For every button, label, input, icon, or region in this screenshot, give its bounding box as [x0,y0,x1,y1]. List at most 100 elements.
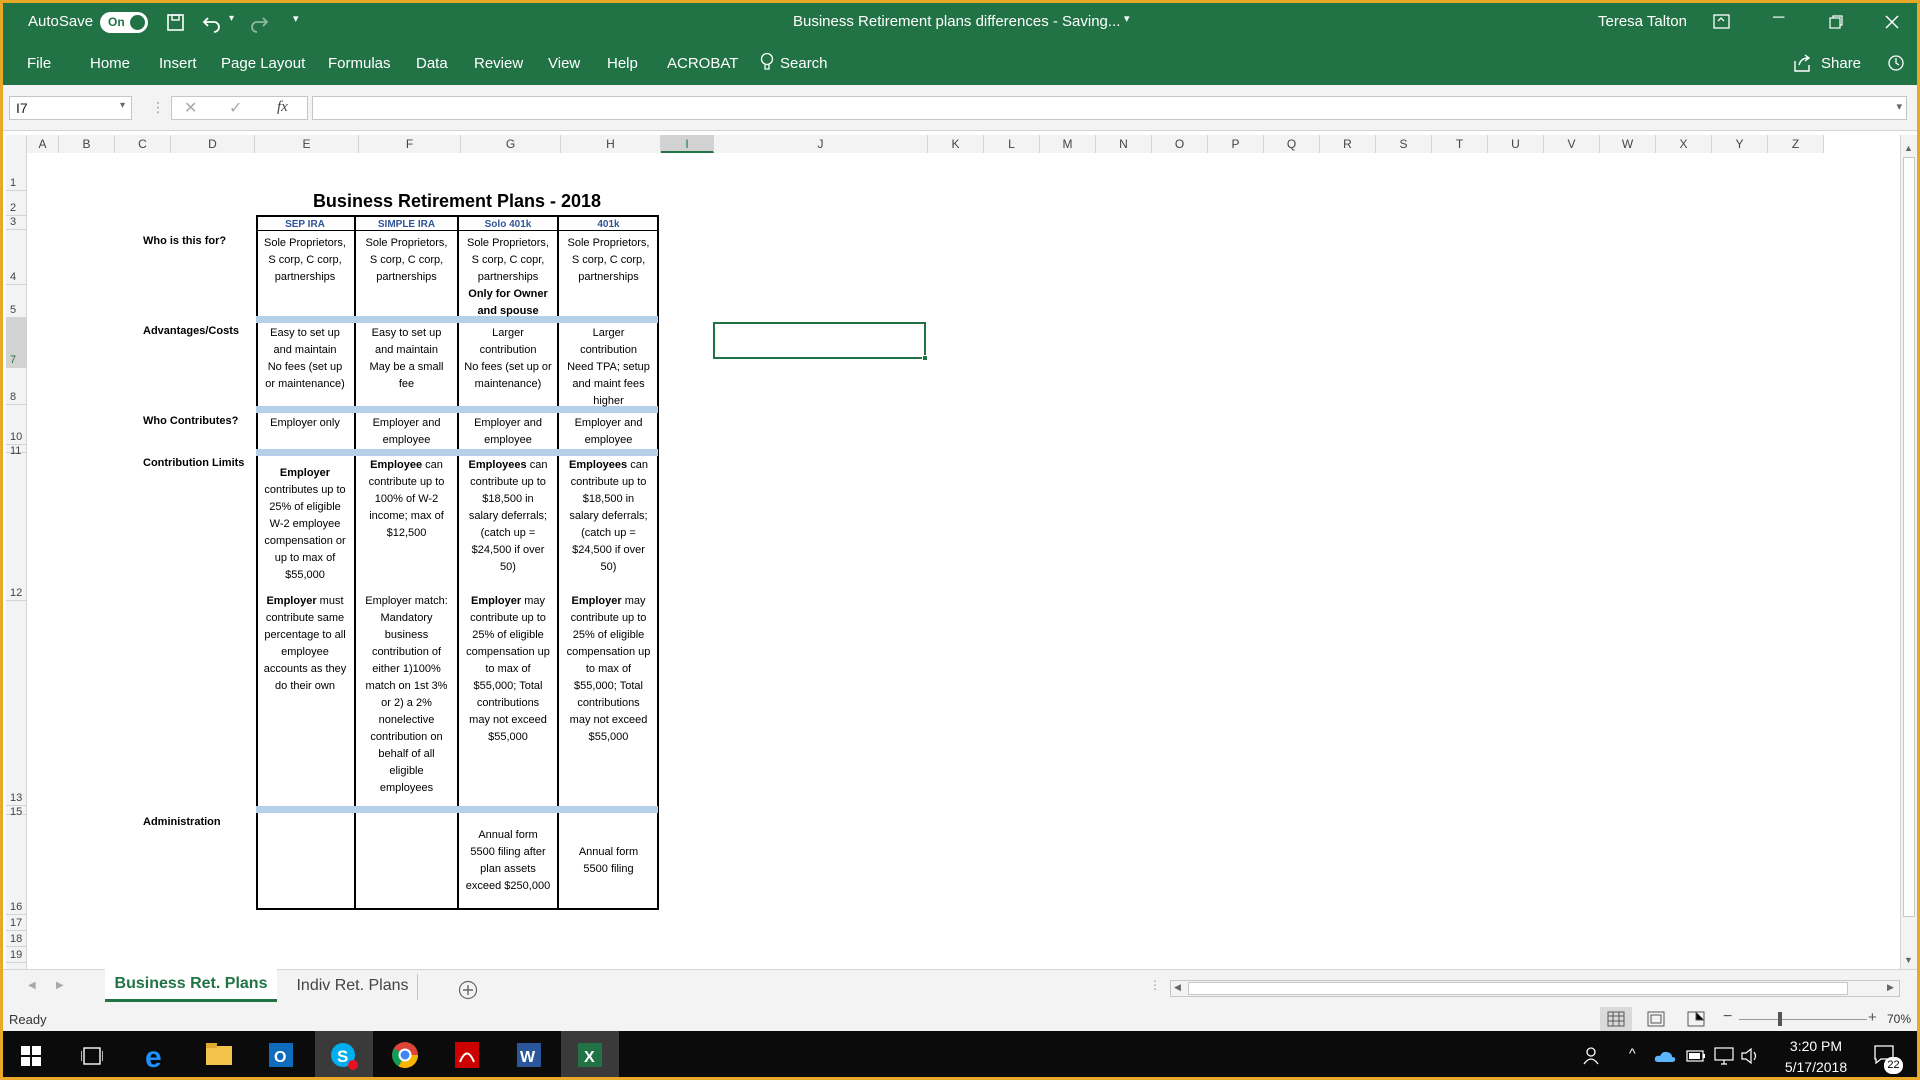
row-header-13[interactable]: 13 [6,601,27,806]
column-header-s[interactable]: S [1376,135,1432,153]
page-break-view-icon[interactable] [1687,1011,1705,1027]
outlook-icon[interactable]: O [259,1035,303,1075]
tab-view[interactable]: View [548,55,580,72]
chrome-icon[interactable] [383,1035,427,1075]
select-all-corner[interactable] [6,135,27,153]
search-box[interactable]: Search [780,55,828,72]
tab-file[interactable]: File [27,55,51,72]
column-header-m[interactable]: M [1040,135,1096,153]
restore-icon[interactable] [1829,15,1843,29]
vertical-scrollbar[interactable]: ▲ ▼ [1900,135,1917,969]
row-header-16[interactable]: 16 [6,899,27,915]
ribbon-display-icon[interactable] [1713,14,1731,30]
close-icon[interactable] [1885,15,1899,29]
column-header-e[interactable]: E [255,135,359,153]
undo-dropdown-icon[interactable]: ▾ [229,13,234,24]
task-view-icon[interactable] [81,1046,103,1066]
column-header-b[interactable]: B [59,135,115,153]
user-name[interactable]: Teresa Talton [1598,13,1687,30]
tab-help[interactable]: Help [607,55,638,72]
page-layout-view-icon[interactable] [1647,1011,1665,1027]
title-dropdown-icon[interactable]: ▾ [1124,12,1130,25]
network-icon[interactable] [1714,1047,1734,1065]
new-sheet-icon[interactable] [458,980,478,1000]
row-header-17[interactable]: 17 [6,915,27,931]
tab-home[interactable]: Home [90,55,130,72]
autosave-toggle[interactable]: On [100,12,148,33]
tab-review[interactable]: Review [474,55,523,72]
column-header-w[interactable]: W [1600,135,1656,153]
horizontal-scroll-thumb[interactable] [1188,982,1848,995]
column-header-d[interactable]: D [171,135,255,153]
excel-icon[interactable]: X [568,1035,612,1075]
row-header-15[interactable]: 15 [6,806,27,818]
formula-options-icon[interactable]: ⋮ [151,99,165,116]
battery-icon[interactable] [1686,1049,1706,1063]
column-header-j[interactable]: J [714,135,928,153]
selected-cell[interactable] [713,322,926,359]
insert-function-icon[interactable]: fx [277,99,288,116]
tab-formulas[interactable]: Formulas [328,55,391,72]
column-header-n[interactable]: N [1096,135,1152,153]
column-header-p[interactable]: P [1208,135,1264,153]
column-header-v[interactable]: V [1544,135,1600,153]
history-icon[interactable] [1887,54,1905,72]
column-header-c[interactable]: C [115,135,171,153]
normal-view-icon[interactable] [1607,1011,1625,1027]
scroll-up-icon[interactable]: ▲ [1904,143,1913,153]
skype-icon[interactable]: S [321,1035,365,1075]
column-header-t[interactable]: T [1432,135,1488,153]
scroll-right-icon[interactable]: ▶ [1887,982,1894,993]
vertical-scroll-thumb[interactable] [1903,157,1915,917]
row-header-2[interactable]: 2 [6,191,27,216]
column-header-h[interactable]: H [561,135,661,153]
undo-icon[interactable] [202,13,224,33]
sheet-tab-business-ret-plans[interactable]: Business Ret. Plans [105,969,277,1002]
zoom-slider-thumb[interactable] [1778,1012,1782,1026]
zoom-slider-track[interactable] [1739,1019,1867,1020]
clock-time[interactable]: 3:20 PM [1776,1038,1856,1054]
clock-date[interactable]: 5/17/2018 [1771,1059,1861,1075]
row-header-3[interactable]: 3 [6,216,27,230]
edge-icon[interactable]: e [135,1035,179,1075]
word-icon[interactable]: W [507,1035,551,1075]
expand-formula-icon[interactable]: ▾ [1896,100,1902,113]
tab-insert[interactable]: Insert [159,55,197,72]
enter-formula-icon[interactable]: ✓ [229,98,242,118]
scroll-left-icon[interactable]: ◀ [1174,982,1181,993]
column-header-i[interactable]: I [661,135,714,153]
formula-input[interactable]: ▾ [312,96,1907,120]
scroll-tabs-left-icon[interactable]: ◀ [28,980,36,991]
tab-split-handle-icon[interactable]: ⋮ [1149,978,1161,992]
scroll-down-icon[interactable]: ▼ [1904,955,1913,965]
cancel-formula-icon[interactable]: ✕ [184,98,197,118]
column-header-g[interactable]: G [461,135,561,153]
save-icon[interactable] [166,13,186,33]
scroll-tabs-right-icon[interactable]: ▶ [56,980,64,991]
zoom-level[interactable]: 70% [1887,1012,1911,1026]
name-box[interactable]: I7 ▾ [9,96,132,120]
onedrive-icon[interactable] [1654,1049,1676,1063]
horizontal-scrollbar[interactable]: ◀ ▶ [1170,980,1900,997]
minimize-icon[interactable]: ─ [1773,9,1784,27]
row-header-4[interactable]: 4 [6,230,27,285]
share-button[interactable]: Share [1821,55,1861,72]
column-header-r[interactable]: R [1320,135,1376,153]
tab-acrobat[interactable]: ACROBAT [667,55,738,72]
customize-qat-icon[interactable]: ▾ [293,12,299,25]
column-header-z[interactable]: Z [1768,135,1824,153]
tab-page-layout[interactable]: Page Layout [221,55,305,72]
windows-start-icon[interactable] [21,1046,41,1066]
row-header-18[interactable]: 18 [6,931,27,947]
column-header-q[interactable]: Q [1264,135,1320,153]
row-header-8[interactable]: 8 [6,368,27,405]
row-header-10[interactable]: 10 [6,405,27,445]
redo-icon[interactable] [247,13,269,33]
row-header-11[interactable]: 11 [6,445,27,457]
zoom-in-icon[interactable]: + [1868,1009,1877,1026]
column-header-x[interactable]: X [1656,135,1712,153]
row-header-12[interactable]: 12 [6,453,27,601]
zoom-out-icon[interactable]: − [1723,1008,1732,1026]
column-header-o[interactable]: O [1152,135,1208,153]
name-box-dropdown-icon[interactable]: ▾ [120,100,125,111]
